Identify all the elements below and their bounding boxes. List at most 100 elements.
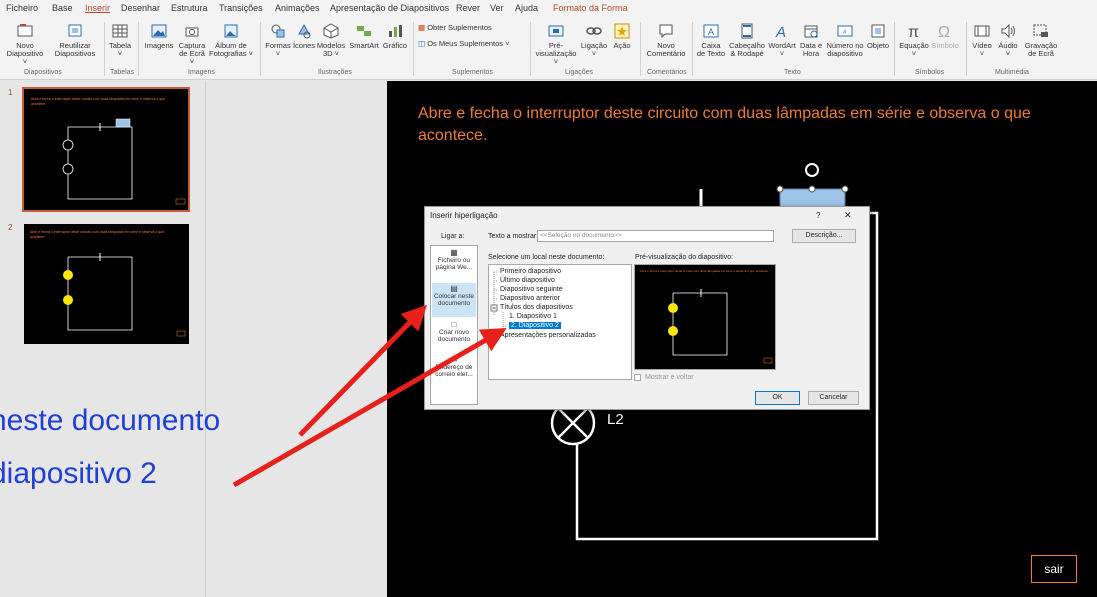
text-box-button[interactable]: A Caixa de Texto xyxy=(696,22,726,58)
separator xyxy=(413,22,414,76)
close-button[interactable]: ✕ xyxy=(844,210,852,221)
link-to-pane: ▦ Ficheiro ou página We... ▤ Colocar nest… xyxy=(430,245,478,405)
screentip-button[interactable]: Descrição... xyxy=(792,229,856,243)
audio-button[interactable]: Áudio ˅ xyxy=(996,22,1020,58)
calendar-icon xyxy=(804,25,818,38)
header-footer-button[interactable]: Cabeçalho & Rodapé xyxy=(727,22,767,58)
video-button[interactable]: Vídeo ˅ xyxy=(970,22,994,58)
date-time-button[interactable]: Data e Hora xyxy=(797,22,825,58)
link-button[interactable]: Ligação ˅ xyxy=(578,22,610,58)
object-button[interactable]: Objeto xyxy=(866,22,890,50)
tab-formato-da-forma[interactable]: Formato da Forma xyxy=(553,3,628,13)
tree-item-first-slide[interactable]: Primeiro diapositivo xyxy=(500,268,561,275)
action-button[interactable]: Ação xyxy=(610,22,634,50)
tree-item-next-slide[interactable]: Diapositivo seguinte xyxy=(500,286,563,293)
tab-ajuda[interactable]: Ajuda xyxy=(515,3,538,13)
slide-number-button[interactable]: # Número no diapositivo xyxy=(825,22,865,58)
screenshot-button[interactable]: Captura de Ecrã ˅ xyxy=(176,22,208,66)
star-icon xyxy=(614,23,630,39)
tree-item-slide-titles[interactable]: Títulos dos diapositivos xyxy=(500,304,573,311)
svg-text:A: A xyxy=(708,27,714,37)
preview-circuit xyxy=(668,289,773,364)
group-texto: Texto xyxy=(784,69,801,76)
get-addins-button[interactable]: ▦ Obter Suplementos xyxy=(418,24,528,32)
images-button[interactable]: Imagens xyxy=(142,22,176,50)
dialog-title: Inserir hiperligação xyxy=(430,211,498,220)
group-comentarios: Comentários xyxy=(647,69,687,76)
group-tabelas: Tabelas xyxy=(110,69,135,76)
tree-item-slide-2[interactable]: 2. Diapositivo 2 xyxy=(509,322,561,329)
tree-item-last-slide[interactable]: Último diapositivo xyxy=(500,277,555,284)
my-addins-button[interactable]: ◫ Os Meus Suplementos ˅ xyxy=(418,40,528,48)
tab-ver[interactable]: Ver xyxy=(490,3,504,13)
tab-animacoes[interactable]: Animações xyxy=(275,3,320,13)
svg-text:Ω: Ω xyxy=(938,24,950,40)
select-place-label: Selecione um local neste documento: xyxy=(488,254,605,261)
zoom-preview-button[interactable]: Pré-visualização ˅ xyxy=(534,22,578,66)
link-option-place-in-document[interactable]: ▤ Colocar neste documento xyxy=(432,283,476,317)
shapes-button[interactable]: Formas ˅ xyxy=(264,22,292,58)
tree-item-previous-slide[interactable]: Diapositivo anterior xyxy=(500,295,560,302)
show-and-return-checkbox[interactable] xyxy=(634,374,641,381)
chart-icon xyxy=(389,25,402,37)
group-ilustracoes: Ilustrações xyxy=(318,69,352,76)
separator xyxy=(894,22,895,76)
smartart-icon xyxy=(357,26,371,36)
tab-inserir[interactable]: Inserir xyxy=(85,3,110,13)
slide-thumbnail-1[interactable]: Abre e fecha o interruptor deste circuit… xyxy=(22,87,190,212)
exit-button[interactable]: sair xyxy=(1031,555,1077,583)
comment-icon xyxy=(659,24,673,39)
screen-recording-button[interactable]: Gravação de Ecrã xyxy=(1022,22,1060,58)
tab-desenhar[interactable]: Desenhar xyxy=(121,3,160,13)
video-icon xyxy=(974,25,990,37)
lamp-label: L2 xyxy=(607,411,624,428)
text-to-display-input[interactable]: <<Seleção no documento>> xyxy=(537,230,774,242)
cancel-button[interactable]: Cancelar xyxy=(808,391,859,405)
document-place-icon: ▤ xyxy=(450,284,458,293)
camera-icon xyxy=(185,27,199,37)
table-button[interactable]: Tabela ˅ xyxy=(108,22,132,58)
table-icon xyxy=(112,24,128,38)
tab-estrutura[interactable]: Estrutura xyxy=(171,3,208,13)
tab-rever[interactable]: Rever xyxy=(456,3,480,13)
tab-transicoes[interactable]: Transições xyxy=(219,3,263,13)
separator xyxy=(966,22,967,76)
chart-button[interactable]: Gráfico xyxy=(381,22,409,50)
speaker-icon xyxy=(1001,23,1015,39)
tree-item-custom-shows[interactable]: Apresentações personalizadas xyxy=(500,332,596,339)
symbol-button[interactable]: Ω Símbolo xyxy=(930,22,960,50)
equation-button[interactable]: π Equação ˅ xyxy=(898,22,930,58)
ok-button[interactable]: OK xyxy=(755,391,800,405)
globe-file-icon: ▦ xyxy=(450,248,458,257)
group-ligacoes: Ligações xyxy=(565,69,594,76)
rotate-handle-icon xyxy=(805,163,819,177)
tree-item-slide-1[interactable]: 1. Diapositivo 1 xyxy=(509,313,557,320)
icons-icon xyxy=(298,23,311,39)
tab-ficheiro[interactable]: Ficheiro xyxy=(6,3,38,13)
group-diapositivos: Diapositivos xyxy=(24,69,62,76)
ribbon: Novo Diapositivo ˅ Reutilizar Diapositivos… xyxy=(0,18,1097,80)
screen-recording-icon xyxy=(1033,24,1048,37)
text-box-icon: A xyxy=(703,24,719,38)
separator xyxy=(104,22,105,76)
link-option-file[interactable]: ▦ Ficheiro ou página We... xyxy=(432,249,476,272)
reuse-slides-button[interactable]: Reutilizar Diapositivos xyxy=(50,22,100,58)
new-slide-button[interactable]: Novo Diapositivo ˅ xyxy=(4,22,46,66)
tab-base[interactable]: Base xyxy=(52,3,73,13)
3d-models-button[interactable]: Modelos 3D ˅ xyxy=(316,22,346,58)
reuse-slides-icon xyxy=(68,24,82,37)
wordart-button[interactable]: A WordArt ˅ xyxy=(767,22,797,58)
link-option-new-document[interactable]: □ Criar novo documento xyxy=(432,321,476,344)
group-multimedia: Multimédia xyxy=(995,69,1029,76)
tab-apresentacao[interactable]: Apresentação de Diapositivos xyxy=(330,3,449,13)
photo-album-button[interactable]: Álbum de Fotografias ˅ xyxy=(208,22,254,58)
separator xyxy=(260,22,261,76)
new-comment-button[interactable]: Novo Comentário xyxy=(644,22,688,58)
smartart-button[interactable]: SmartArt xyxy=(347,22,381,50)
icons-button[interactable]: Ícones xyxy=(292,22,316,50)
link-option-email[interactable]: ✉ Endereço de correio elet... xyxy=(432,356,476,379)
slide-thumbnail-2[interactable]: Abre e fecha o interruptor deste circuit… xyxy=(24,224,189,344)
place-in-document-tree[interactable]: Primeiro diapositivo Último diapositivo … xyxy=(488,264,632,380)
help-button[interactable]: ? xyxy=(816,211,820,220)
store-icon: ▦ xyxy=(418,23,426,32)
